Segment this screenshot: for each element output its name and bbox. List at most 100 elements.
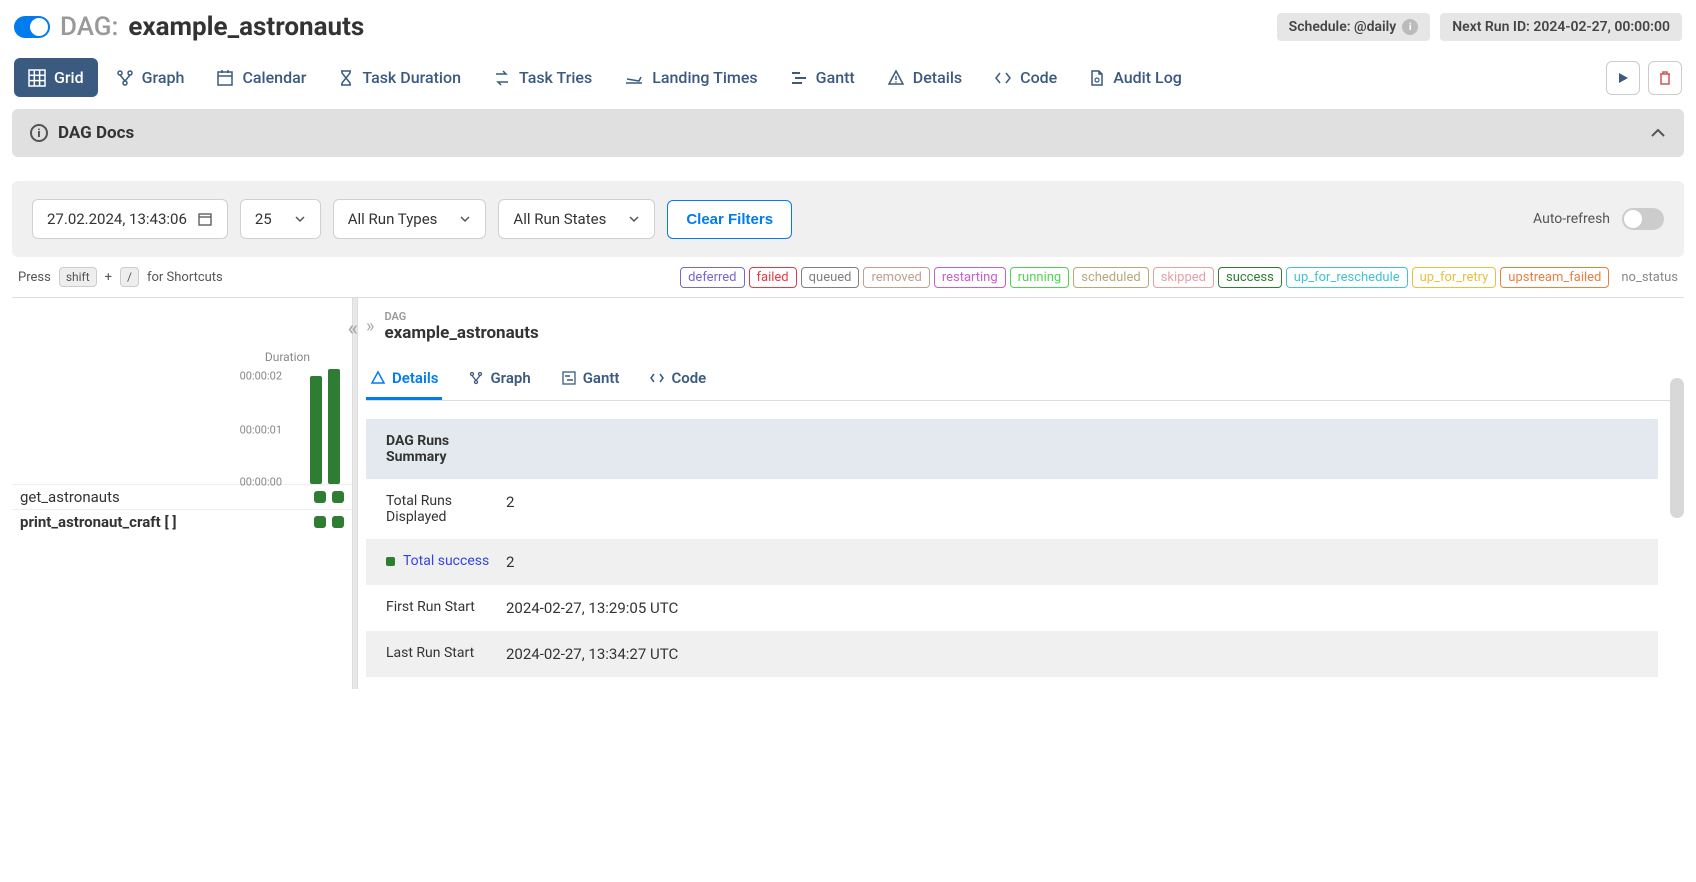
tab-audit-log[interactable]: Audit Log — [1075, 58, 1196, 97]
filter-bar: 27.02.2024, 13:43:06 25 All Run Types Al… — [12, 181, 1684, 257]
dag-docs-panel[interactable]: i DAG Docs — [12, 109, 1684, 157]
ytick: 00:00:01 — [240, 424, 282, 437]
legend-chip-queued[interactable]: queued — [801, 267, 860, 288]
tab-gantt-label: Gantt — [816, 68, 855, 87]
code-icon — [649, 372, 665, 384]
sub-tab-gantt-label: Gantt — [583, 369, 620, 387]
tab-audit-log-label: Audit Log — [1113, 68, 1182, 87]
legend-chip-skipped[interactable]: skipped — [1153, 267, 1214, 288]
legend-chip-upstream_failed[interactable]: upstream_failed — [1500, 267, 1609, 288]
tab-calendar[interactable]: Calendar — [202, 58, 320, 97]
tab-landing-times[interactable]: Landing Times — [610, 58, 771, 97]
collapse-pane-button[interactable]: « — [348, 316, 358, 340]
grid-icon — [28, 69, 46, 87]
breadcrumb-name: example_astronauts — [384, 323, 538, 343]
grid-pane: « Duration 00:00:02 00:00:01 00:00:00 ge… — [12, 298, 352, 689]
legend-chip-success[interactable]: success — [1218, 267, 1282, 288]
graph-icon — [116, 69, 134, 87]
graph-icon — [468, 370, 484, 386]
legend-chip-up_for_retry[interactable]: up_for_retry — [1412, 267, 1497, 288]
warning-icon — [370, 370, 386, 386]
tab-task-duration[interactable]: Task Duration — [324, 58, 475, 97]
tab-task-tries[interactable]: Task Tries — [479, 58, 606, 97]
chevron-up-icon — [1650, 128, 1666, 138]
summary-row: Last Run Start 2024-02-27, 13:34:27 UTC — [366, 631, 1658, 677]
dag-docs-title: DAG Docs — [58, 123, 134, 143]
gantt-icon — [561, 370, 577, 386]
run-types-filter[interactable]: All Run Types — [333, 199, 487, 239]
calendar-icon — [216, 69, 234, 87]
task-name: get_astronauts — [20, 488, 120, 506]
tab-code-label: Code — [1020, 68, 1057, 87]
auto-refresh-label: Auto-refresh — [1533, 211, 1610, 227]
legend-chip-failed[interactable]: failed — [749, 267, 797, 288]
task-instance[interactable] — [332, 491, 344, 503]
run-bar[interactable] — [328, 369, 340, 484]
scrollbar-thumb[interactable] — [1670, 378, 1684, 518]
run-bar[interactable] — [310, 376, 322, 484]
clear-filters-button[interactable]: Clear Filters — [667, 200, 792, 239]
next-run-label: Next Run ID: 2024-02-27, 00:00:00 — [1452, 19, 1670, 35]
shortcuts-plus: + — [105, 270, 112, 285]
delete-dag-button[interactable] — [1648, 61, 1682, 95]
warning-icon — [887, 69, 905, 87]
first-run-value: 2024-02-27, 13:29:05 UTC — [506, 599, 1638, 617]
tab-details-label: Details — [913, 68, 962, 87]
trash-icon — [1658, 70, 1672, 86]
header-bar: DAG: example_astronauts Schedule: @daily… — [0, 0, 1696, 54]
calendar-icon — [197, 211, 213, 227]
legend-chip-scheduled[interactable]: scheduled — [1073, 267, 1148, 288]
count-filter[interactable]: 25 — [240, 199, 321, 239]
chevron-down-icon — [628, 215, 640, 223]
task-instance[interactable] — [314, 491, 326, 503]
sub-tab-code[interactable]: Code — [645, 361, 710, 400]
auto-refresh-toggle[interactable] — [1622, 208, 1664, 230]
tab-grid[interactable]: Grid — [14, 58, 98, 97]
tab-details[interactable]: Details — [873, 58, 976, 97]
next-run-badge[interactable]: Next Run ID: 2024-02-27, 00:00:00 — [1440, 13, 1682, 41]
sub-tab-details-label: Details — [392, 369, 438, 387]
legend-chip-removed[interactable]: removed — [863, 267, 929, 288]
tab-code[interactable]: Code — [980, 58, 1071, 97]
info-icon[interactable]: i — [1402, 19, 1418, 35]
sub-tab-code-label: Code — [671, 369, 706, 387]
hourglass-icon — [338, 69, 354, 87]
total-runs-value: 2 — [506, 493, 1638, 525]
legend-chip-restarting[interactable]: restarting — [934, 267, 1006, 288]
legend-chip-up_for_reschedule[interactable]: up_for_reschedule — [1286, 267, 1408, 288]
tries-icon — [493, 69, 511, 87]
file-icon — [1089, 69, 1105, 87]
tab-graph[interactable]: Graph — [102, 58, 199, 97]
sub-tab-details[interactable]: Details — [366, 361, 442, 400]
date-filter[interactable]: 27.02.2024, 13:43:06 — [32, 199, 228, 239]
run-states-filter[interactable]: All Run States — [498, 199, 655, 239]
total-runs-label: Total Runs Displayed — [386, 493, 506, 525]
ytick: 00:00:00 — [240, 475, 282, 488]
first-run-label: First Run Start — [386, 599, 506, 617]
success-dot-icon — [386, 557, 395, 566]
task-row[interactable]: print_astronaut_craft [ ] — [12, 509, 352, 534]
sub-tab-gantt[interactable]: Gantt — [557, 361, 624, 400]
total-success-link[interactable]: Total success — [403, 553, 489, 569]
task-name: print_astronaut_craft [ ] — [20, 513, 176, 531]
tab-task-duration-label: Task Duration — [362, 68, 461, 87]
tab-gantt[interactable]: Gantt — [776, 58, 869, 97]
gantt-icon — [790, 69, 808, 87]
detail-pane: » DAG example_astronauts Details Graph G… — [358, 298, 1684, 689]
sub-tab-graph[interactable]: Graph — [464, 361, 534, 400]
dag-enable-toggle[interactable] — [14, 16, 50, 38]
main-tabs: Grid Graph Calendar Task Duration Task T… — [0, 54, 1696, 109]
main-content: « Duration 00:00:02 00:00:01 00:00:00 ge… — [0, 298, 1696, 689]
task-instance[interactable] — [314, 516, 326, 528]
legend-chip-running[interactable]: running — [1010, 267, 1070, 288]
landing-icon — [624, 69, 644, 87]
breadcrumb-tag: DAG — [384, 310, 538, 323]
chevron-down-icon — [459, 215, 471, 223]
ytick: 00:00:02 — [240, 370, 282, 383]
task-row[interactable]: get_astronauts — [12, 484, 352, 509]
task-instance[interactable] — [332, 516, 344, 528]
trigger-dag-button[interactable] — [1606, 61, 1640, 95]
legend-chip-deferred[interactable]: deferred — [680, 267, 744, 288]
last-run-value: 2024-02-27, 13:34:27 UTC — [506, 645, 1638, 663]
shortcuts-prefix: Press — [18, 270, 51, 285]
